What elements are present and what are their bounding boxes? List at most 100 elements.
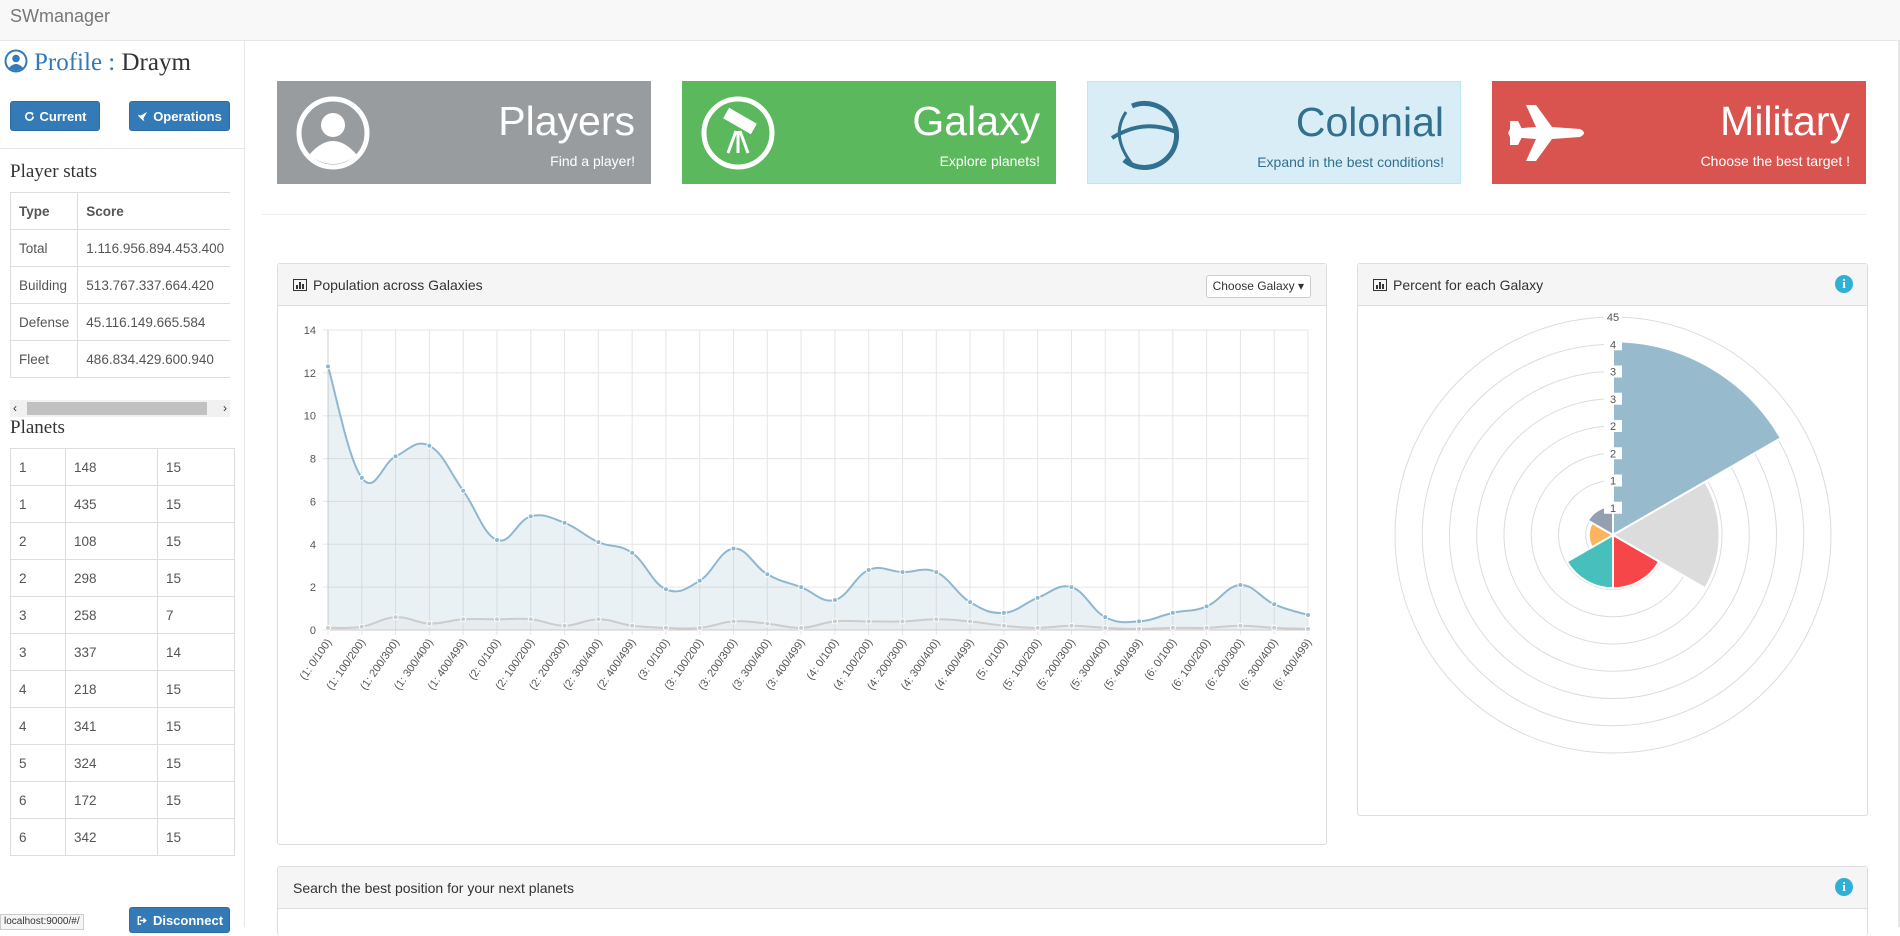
population-panel-title: Population across Galaxies [313,277,483,293]
scrollbar-thumb[interactable] [27,402,207,415]
operations-button[interactable]: Operations [129,101,230,131]
data-point [1305,612,1311,618]
planet-system: 148 [65,448,158,486]
refresh-icon [24,111,34,121]
population-panel-heading: Population across Galaxies Choose Galaxy… [278,264,1326,306]
data-point [831,597,838,603]
current-button[interactable]: Current [10,101,100,131]
x-tick-label: (4: 0/100) [805,637,842,682]
scroll-left-icon[interactable]: ‹ [13,400,17,417]
data-point [561,519,568,526]
data-point [730,545,737,552]
planet-position: 15 [157,448,235,486]
data-point [426,442,433,449]
data-point [460,487,467,494]
data-point [460,616,467,623]
data-point [764,620,771,627]
col-header-score: Score [77,192,230,230]
sidebar: Profile : Draym Current Operations Playe… [0,41,245,933]
info-icon[interactable]: i [1835,878,1853,896]
data-point [358,474,365,481]
scale-label: 1 [1610,503,1616,515]
planet-system: 341 [65,707,158,745]
choose-galaxy-dropdown[interactable]: Choose Galaxy ▾ [1205,275,1311,298]
planet-position: 15 [157,707,235,745]
percent-panel-title: Percent for each Galaxy [1393,277,1544,293]
tile-title: Galaxy [912,98,1040,144]
data-point [798,624,805,631]
logout-icon [137,915,147,925]
data-point [1136,618,1143,625]
stat-type: Defense [10,303,79,341]
tile-title: Military [1720,98,1850,144]
planet-system: 258 [65,596,158,634]
data-point [662,586,669,593]
table-row: Fleet 486.834.429.600.940 [10,340,230,378]
planet-position: 15 [157,559,235,597]
planet-system: 298 [65,559,158,597]
x-tick-label: (6: 0/100) [1142,637,1179,682]
user-icon [296,96,370,170]
scale-label: 45 [1607,312,1619,324]
player-stats-table-container[interactable]: Type Score Total 1.116.956.894.453.400 Bu… [10,192,230,382]
y-tick-label: 6 [310,496,316,508]
y-tick-label: 8 [310,454,316,466]
x-tick-label: (1: 0/100) [298,637,335,682]
data-point [595,616,602,623]
stats-horizontal-scrollbar[interactable]: ‹ › [10,400,230,417]
scale-label: 4 [1610,339,1616,351]
data-point [527,616,534,623]
data-point [1305,625,1311,632]
tile-galaxy[interactable]: Galaxy Explore planets! [682,81,1056,184]
scale-label: 3 [1610,367,1616,379]
data-point [493,616,500,623]
planet-system: 435 [65,485,158,523]
planet-icon [1110,100,1179,170]
data-point [933,569,940,576]
stat-type: Fleet [10,340,79,378]
y-tick-label: 4 [310,539,316,551]
percent-panel: Percent for each Galaxy i 45 4 3 3 2 2 1 1 [1357,263,1868,816]
data-point [967,599,974,606]
data-point [1169,609,1176,616]
sidebar-divider [0,148,244,149]
population-line-chart: 02468101214(1: 0/100)(1: 100/200)(1: 200… [298,325,1315,692]
planet-system: 172 [65,781,158,819]
planets-table: 1 148 15 1 435 15 2 108 15 2 298 15 3 258 7 3 337 14 4 218 1… [10,448,235,856]
y-tick-label: 12 [304,368,316,380]
table-row: 1 148 15 [10,448,235,486]
scroll-right-icon[interactable]: › [223,400,227,417]
tile-subtitle: Expand in the best conditions! [1257,154,1444,170]
app-brand[interactable]: SWmanager [10,6,110,27]
table-row: 3 337 14 [10,633,235,671]
tile-players[interactable]: Players Find a player! [277,81,651,184]
data-point [595,539,602,546]
data-point [629,622,636,629]
info-icon[interactable]: i [1835,275,1853,293]
tile-subtitle: Explore planets! [939,153,1040,169]
jet-icon [1508,105,1584,161]
planet-galaxy: 4 [10,670,66,708]
stat-score: 45.116.149.665.584 [77,303,230,341]
planet-galaxy: 4 [10,707,66,745]
data-point [1034,624,1041,631]
table-row: 4 341 15 [10,707,235,745]
percent-polar-chart: 45 4 3 3 2 2 1 1 [1394,311,1832,754]
data-point [1271,624,1278,631]
planet-galaxy: 2 [10,559,66,597]
planet-position: 15 [157,670,235,708]
data-point [730,618,737,625]
data-point [1102,614,1109,621]
planet-galaxy: 6 [10,781,66,819]
x-tick-label: (5: 0/100) [973,637,1010,682]
table-row: Building 513.767.337.664.420 [10,266,230,304]
data-point [527,513,534,520]
table-row: 1 435 15 [10,485,235,523]
tile-colonial[interactable]: Colonial Expand in the best conditions! [1087,81,1461,184]
data-point [561,622,568,629]
scale-label: 3 [1610,394,1616,406]
disconnect-button[interactable]: Disconnect [129,907,230,933]
tile-military[interactable]: Military Choose the best target ! [1492,81,1866,184]
content-divider [262,214,1866,215]
profile-name: Draym [121,49,191,76]
